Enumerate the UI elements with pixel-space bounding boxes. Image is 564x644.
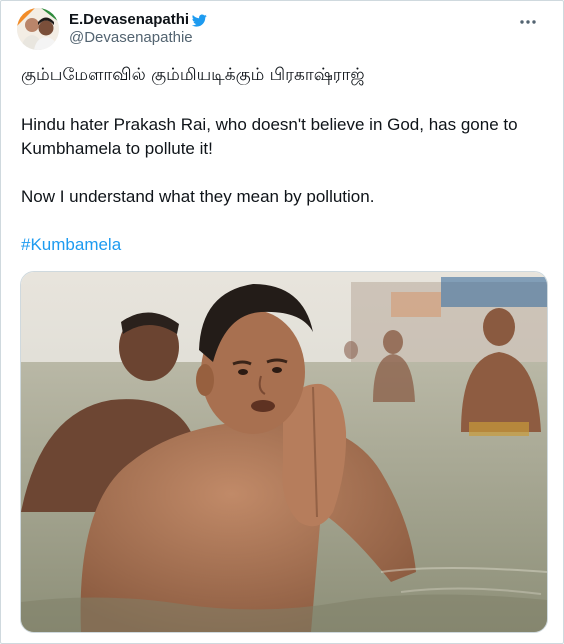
tweet-media-photo[interactable]: [20, 271, 548, 633]
more-options-button[interactable]: [513, 11, 543, 33]
display-name-row: E.Devasenapathi: [69, 11, 207, 29]
hashtag-link[interactable]: #Kumbamela: [21, 233, 543, 257]
tweet-card: E.Devasenapathi @Devasenapathie கும்பமேள…: [0, 0, 564, 644]
handle[interactable]: @Devasenapathie: [69, 29, 207, 47]
avatar-image: [17, 8, 59, 50]
tweet-header: E.Devasenapathi @Devasenapathie: [17, 7, 549, 51]
tweet-text-tamil: கும்பமேளாவில் கும்மியடிக்கும் பிரகாஷ்ராஜ…: [21, 65, 365, 85]
more-options-icon: [520, 20, 536, 24]
tweet-text-paragraph-2: Now I understand what they mean by pollu…: [21, 187, 375, 206]
tweet-text-paragraph-1: Hindu hater Prakash Rai, who doesn't bel…: [21, 115, 518, 158]
display-name[interactable]: E.Devasenapathi: [69, 11, 189, 29]
twitter-bird-icon: [191, 13, 207, 28]
photo-man-bathing-in-river: [21, 272, 547, 632]
avatar[interactable]: [17, 8, 59, 50]
author-block: E.Devasenapathi @Devasenapathie: [69, 11, 207, 47]
